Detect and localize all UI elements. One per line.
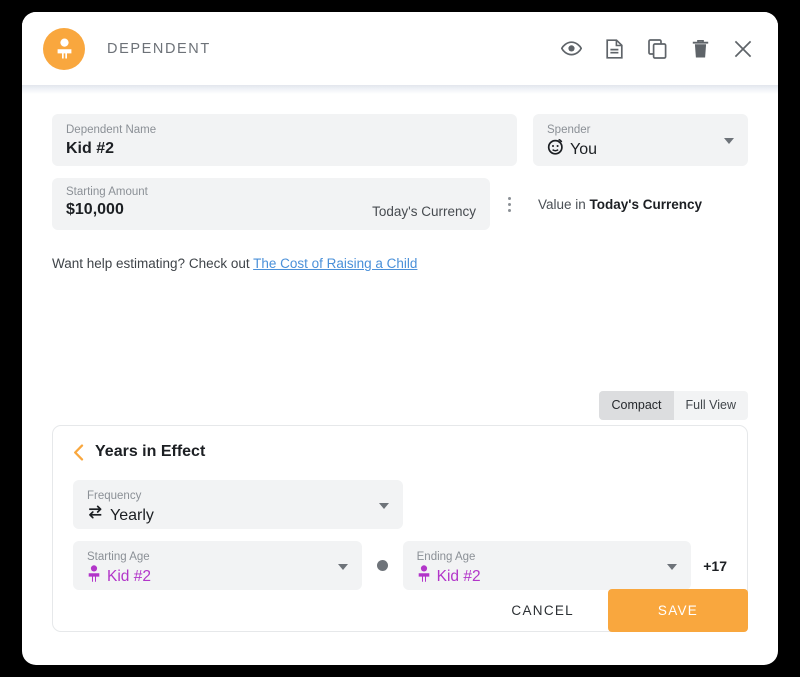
ending-age-select[interactable]: Ending Age Kid #2	[402, 541, 692, 590]
modal-header: DEPENDENT	[22, 12, 778, 85]
header-divider	[22, 85, 778, 94]
dependent-name-value: Kid #2	[66, 140, 115, 157]
ending-age-label: Ending Age	[416, 551, 476, 563]
kebab-menu-icon[interactable]	[498, 184, 520, 224]
chevron-down-icon	[724, 138, 734, 144]
help-text: Want help estimating? Check out	[52, 256, 254, 271]
frequency-value-wrap: Yearly	[87, 504, 389, 527]
page-title: DEPENDENT	[107, 40, 211, 57]
trash-icon[interactable]	[689, 38, 711, 60]
spender-select[interactable]: Spender You	[533, 114, 748, 166]
starting-age-select[interactable]: Starting Age Kid #2	[73, 541, 362, 590]
years-in-effect-title: Years in Effect	[95, 443, 206, 460]
value-in-prefix: Value in	[538, 196, 590, 212]
frequency-label: Frequency	[87, 490, 142, 502]
frequency-row: Frequency Yearly	[73, 461, 727, 529]
starting-age-label: Starting Age	[87, 551, 150, 563]
starting-amount-input[interactable]: Starting Amount $10,000 Today's Currency	[52, 178, 490, 230]
cancel-button[interactable]: CANCEL	[503, 593, 582, 628]
name-spender-row: Dependent Name Kid #2 Spender You	[52, 114, 748, 166]
spender-value: You	[570, 141, 597, 158]
starting-age-value: Kid #2	[107, 568, 151, 585]
modal-body: Dependent Name Kid #2 Spender You Starti…	[22, 94, 778, 665]
dependent-name-label: Dependent Name	[66, 124, 157, 136]
eye-icon[interactable]	[560, 38, 582, 60]
save-button[interactable]: SAVE	[608, 589, 748, 632]
starting-age-value-wrap: Kid #2	[87, 565, 348, 589]
currency-tag: Today's Currency	[372, 204, 476, 219]
years-in-effect-header: Years in Effect	[73, 443, 727, 461]
ending-age-value: Kid #2	[436, 568, 481, 585]
chevron-down-icon	[667, 563, 678, 570]
value-in-emphasis: Today's Currency	[589, 196, 703, 212]
starting-amount-left: Starting Amount $10,000	[66, 185, 148, 221]
chevron-left-icon[interactable]	[73, 443, 84, 461]
copy-icon[interactable]	[646, 38, 668, 60]
value-in-text: Value in Today's Currency	[538, 197, 702, 212]
ending-age-value-wrap: Kid #2	[417, 565, 678, 589]
repeat-icon	[87, 504, 104, 527]
dependent-name-input[interactable]: Dependent Name Kid #2	[52, 114, 517, 166]
starting-amount-label: Starting Amount	[66, 186, 148, 198]
ending-age-offset: +17	[703, 557, 727, 574]
close-icon[interactable]	[732, 38, 754, 60]
range-separator-dot	[376, 560, 388, 571]
chevron-down-icon	[379, 502, 389, 509]
age-range-row: Starting Age Kid #2 Ending Age Kid #2 +1…	[73, 541, 727, 590]
header-actions	[560, 38, 754, 60]
document-icon[interactable]	[603, 38, 625, 60]
person-icon	[417, 565, 431, 589]
view-toggle-full[interactable]: Full View	[674, 391, 748, 420]
spender-value-wrap: You	[547, 138, 734, 162]
help-text-line: Want help estimating? Check out The Cost…	[52, 256, 748, 271]
chevron-down-icon	[337, 563, 348, 570]
person-icon	[87, 565, 101, 589]
view-toggle[interactable]: Compact Full View	[599, 391, 748, 420]
modal-footer: CANCEL SAVE	[503, 589, 748, 632]
view-toggle-compact[interactable]: Compact	[599, 391, 674, 420]
spender-label: Spender	[547, 124, 591, 136]
face-icon	[547, 138, 564, 162]
frequency-select[interactable]: Frequency Yearly	[73, 480, 403, 529]
starting-amount-value: $10,000	[66, 201, 124, 218]
frequency-value: Yearly	[110, 506, 154, 524]
cost-of-raising-a-child-link[interactable]: The Cost of Raising a Child	[253, 256, 417, 271]
dependent-avatar-icon	[43, 27, 85, 70]
starting-amount-row: Starting Amount $10,000 Today's Currency…	[52, 178, 748, 230]
dependent-modal: DEPENDENT Dependent Name Kid #2 Spender …	[22, 12, 778, 665]
